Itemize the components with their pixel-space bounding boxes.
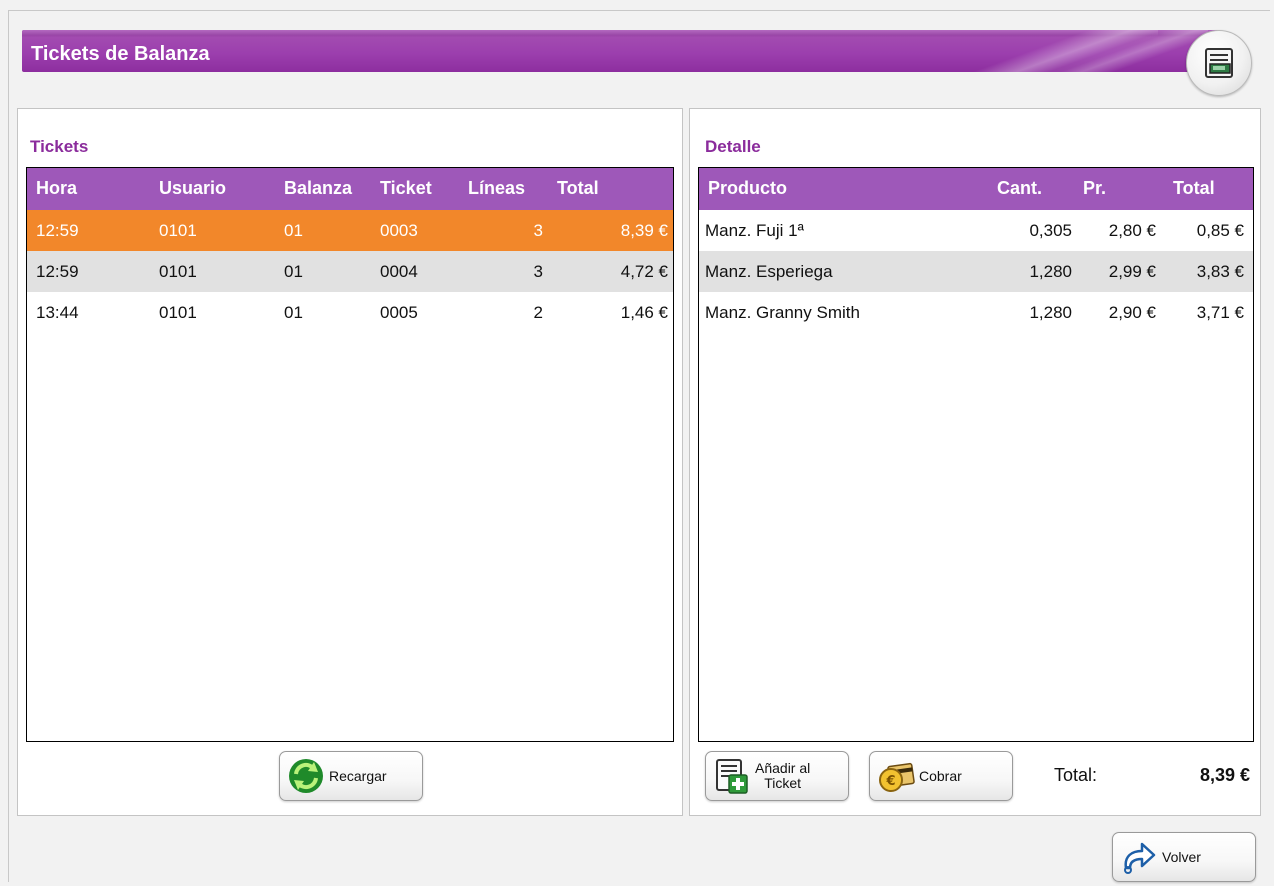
cell-producto: Manz. Fuji 1ª [705, 221, 804, 240]
cell-pr: 2,80 € [1108, 221, 1156, 240]
cell-usuario: 0101 [159, 303, 197, 322]
cell-balanza: 01 [284, 262, 303, 281]
detail-title: Detalle [705, 137, 761, 156]
title-bar-streak [1048, 30, 1208, 72]
column-header-total[interactable]: Total [1173, 168, 1215, 208]
column-header-total[interactable]: Total [557, 168, 599, 208]
total-value: 8,39 € [1199, 765, 1250, 785]
table-row[interactable]: 12:59 0101 01 0004 3 4,72 € [27, 251, 673, 292]
total-label: Total: [1054, 765, 1098, 785]
column-header-hora[interactable]: Hora [36, 168, 77, 208]
page-title: Tickets de Balanza [31, 43, 210, 65]
reload-label: Recargar [329, 767, 387, 784]
column-header-usuario[interactable]: Usuario [159, 168, 226, 208]
cell-balanza: 01 [284, 303, 303, 322]
add-to-ticket-label-line2: Ticket [764, 775, 802, 791]
column-header-balanza[interactable]: Balanza [284, 168, 352, 208]
cell-ticket: 0004 [380, 262, 418, 281]
cell-usuario: 0101 [159, 262, 197, 281]
cell-total: 0,85 € [1196, 221, 1244, 240]
tickets-panel: Tickets Hora Usuario Balanza Ticket Líne… [17, 108, 683, 816]
table-row[interactable]: Manz. Esperiega 1,280 2,99 € 3,83 € [699, 251, 1253, 292]
cell-cant: 1,280 [1029, 303, 1072, 322]
cell-cant: 1,280 [1029, 262, 1072, 281]
cell-pr: 2,99 € [1108, 262, 1156, 281]
cell-hora: 12:59 [36, 221, 79, 240]
column-header-producto[interactable]: Producto [708, 168, 787, 208]
detail-table[interactable]: Producto Cant. Pr. Total Manz. Fuji 1ª 0… [698, 167, 1254, 742]
cell-ticket: 0003 [380, 221, 418, 240]
coin-card-icon: € [879, 762, 915, 792]
cell-total: 8,39 € [620, 221, 668, 240]
add-to-ticket-label-line1: Añadir al [755, 760, 811, 776]
detail-panel: Detalle Producto Cant. Pr. Total Manz. F… [689, 108, 1261, 816]
cell-lineas: 2 [533, 303, 543, 322]
column-header-lineas[interactable]: Líneas [468, 168, 525, 208]
back-label: Volver [1162, 848, 1201, 865]
back-button[interactable]: Volver [1112, 832, 1256, 882]
cell-lineas: 3 [533, 221, 543, 240]
cell-pr: 2,90 € [1108, 303, 1156, 322]
cell-total: 1,46 € [620, 303, 668, 322]
tickets-table-header: Hora Usuario Balanza Ticket Líneas Total [27, 168, 673, 210]
cell-ticket: 0005 [380, 303, 418, 322]
cell-hora: 13:44 [36, 303, 79, 322]
tickets-table[interactable]: Hora Usuario Balanza Ticket Líneas Total… [26, 167, 674, 742]
tickets-title: Tickets [30, 137, 89, 156]
detail-table-header: Producto Cant. Pr. Total [699, 168, 1253, 210]
cell-hora: 12:59 [36, 262, 79, 281]
scale-ticket-icon [1205, 48, 1233, 78]
title-bar: Tickets de Balanza [22, 30, 1218, 72]
column-header-ticket[interactable]: Ticket [380, 168, 432, 208]
cell-total: 3,71 € [1196, 303, 1244, 322]
table-row[interactable]: Manz. Granny Smith 1,280 2,90 € 3,71 € [699, 292, 1253, 333]
add-to-ticket-button[interactable]: Añadir al Ticket [705, 751, 849, 801]
cell-lineas: 3 [533, 262, 543, 281]
cell-producto: Manz. Granny Smith [705, 303, 860, 322]
reload-button[interactable]: Recargar [279, 751, 423, 801]
cell-balanza: 01 [284, 221, 303, 240]
table-row[interactable]: 12:59 0101 01 0003 3 8,39 € [27, 210, 673, 251]
cell-cant: 0,305 [1029, 221, 1072, 240]
add-to-ticket-label: Añadir al Ticket [755, 761, 810, 791]
scale-ticket-button[interactable] [1186, 30, 1252, 96]
back-arrow-icon [1124, 842, 1156, 874]
add-to-ticket-icon [716, 759, 748, 794]
cell-producto: Manz. Esperiega [705, 262, 833, 281]
cell-usuario: 0101 [159, 221, 197, 240]
cell-total: 3,83 € [1196, 262, 1244, 281]
table-row[interactable]: Manz. Fuji 1ª 0,305 2,80 € 0,85 € [699, 210, 1253, 251]
svg-text:€: € [885, 774, 895, 789]
column-header-cant[interactable]: Cant. [997, 168, 1042, 208]
table-row[interactable]: 13:44 0101 01 0005 2 1,46 € [27, 292, 673, 333]
reload-arrows-icon [289, 759, 323, 793]
column-header-pr[interactable]: Pr. [1083, 168, 1106, 208]
charge-label: Cobrar [919, 767, 962, 784]
charge-button[interactable]: € Cobrar [869, 751, 1013, 801]
cell-total: 4,72 € [620, 262, 668, 281]
